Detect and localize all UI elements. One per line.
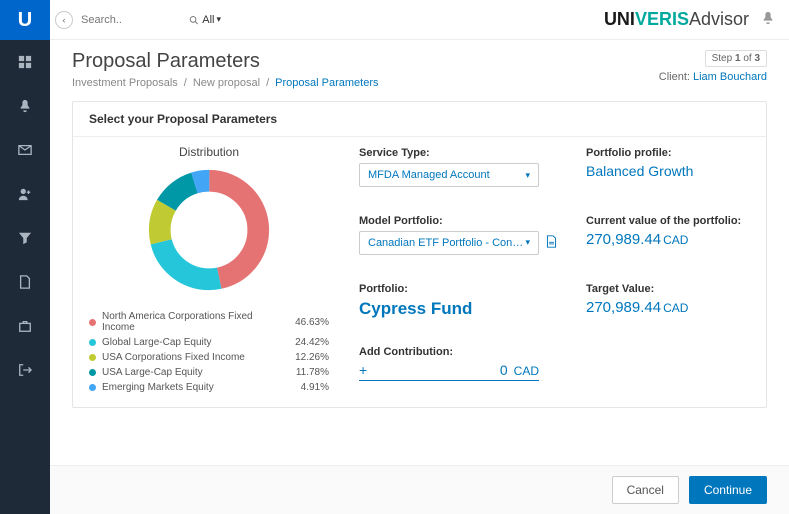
page-title: Proposal Parameters [72,50,379,73]
nav-clients[interactable] [0,172,50,216]
file-icon [18,275,32,289]
client-label: Client: [659,71,690,83]
logout-icon [18,363,32,377]
client-link[interactable]: Liam Bouchard [693,71,767,83]
portfolio-link[interactable]: Cypress Fund [359,299,558,319]
continue-button[interactable]: Continue [689,476,767,504]
nav-messages[interactable] [0,128,50,172]
legend-row: Global Large-Cap Equity24.42% [89,335,329,350]
field-label: Portfolio profile: [586,147,750,159]
cancel-button[interactable]: Cancel [612,476,679,504]
portfolio-profile-value: Balanced Growth [586,163,750,179]
field-current-value: Current value of the portfolio: 270,989.… [586,215,750,269]
envelope-icon [18,143,32,157]
field-portfolio: Portfolio: Cypress Fund [359,283,558,333]
nav-filter[interactable] [0,216,50,260]
distribution-donut-chart [144,165,274,295]
search-box: All▾ [81,10,221,30]
app-logo[interactable]: U [0,0,50,40]
grid-icon [18,55,32,69]
legend-row: USA Corporations Fixed Income12.26% [89,350,329,365]
parameters-panel: Select your Proposal Parameters Distribu… [72,101,767,408]
legend-row: Emerging Markets Equity4.91% [89,380,329,395]
search-filter[interactable]: All▾ [202,14,221,26]
add-contribution-input[interactable]: + 0 CAD [359,362,539,381]
field-label: Target Value: [586,283,750,295]
service-type-select[interactable]: MFDA Managed Account▾ [359,163,539,187]
briefcase-icon [18,319,32,333]
model-portfolio-select[interactable]: Canadian ETF Portfolio - Conserva▾ [359,231,539,255]
field-portfolio-profile: Portfolio profile: Balanced Growth [586,147,750,201]
breadcrumb-link[interactable]: New proposal [193,77,260,89]
page-header: Proposal Parameters Investment Proposals… [50,40,789,95]
nav-portfolio[interactable] [0,304,50,348]
field-label: Model Portfolio: [359,215,558,227]
current-value: 270,989.44 [586,231,661,248]
user-plus-icon [18,187,32,201]
topbar-notifications[interactable] [761,11,775,28]
model-portfolio-pdf[interactable] [545,235,558,251]
field-service-type: Service Type: MFDA Managed Account▾ [359,147,558,201]
nav-dashboard[interactable] [0,40,50,84]
topbar: ‹ All▾ UNIVERIS Advisor [50,0,789,40]
distribution-title: Distribution [89,145,329,159]
step-indicator: Step 1 of 3 [705,50,767,67]
search-input[interactable] [81,10,189,30]
funnel-icon [18,231,32,245]
sidebar-collapse[interactable]: ‹ [55,11,73,29]
panel-heading: Select your Proposal Parameters [73,102,766,137]
legend-row: North America Corporations Fixed Income4… [89,309,329,335]
target-value: 270,989.44 [586,299,661,316]
brand-logo: UNIVERIS Advisor [604,9,749,30]
breadcrumb: Investment Proposals/ New proposal/ Prop… [72,77,379,89]
field-label: Service Type: [359,147,558,159]
distribution-legend: North America Corporations Fixed Income4… [89,309,329,395]
plus-icon: + [359,362,367,378]
field-label: Add Contribution: [359,346,558,358]
nav-logout[interactable] [0,348,50,392]
nav-documents[interactable] [0,260,50,304]
footer-actions: Cancel Continue [50,465,789,514]
field-label: Current value of the portfolio: [586,215,750,227]
breadcrumb-current: Proposal Parameters [275,77,378,89]
bell-icon [18,99,32,113]
main-area: ‹ All▾ UNIVERIS Advisor Proposal Paramet… [50,0,789,514]
bell-icon [761,11,775,25]
field-label: Portfolio: [359,283,558,295]
field-target-value: Target Value: 270,989.44CAD [586,283,750,333]
legend-row: USA Large-Cap Equity11.78% [89,365,329,380]
sidebar: U [0,0,50,514]
nav-notifications[interactable] [0,84,50,128]
search-icon [189,14,198,26]
field-add-contribution: Add Contribution: + 0 CAD [359,346,558,395]
pdf-icon [545,235,558,248]
field-model-portfolio: Model Portfolio: Canadian ETF Portfolio … [359,215,558,269]
breadcrumb-link[interactable]: Investment Proposals [72,77,178,89]
